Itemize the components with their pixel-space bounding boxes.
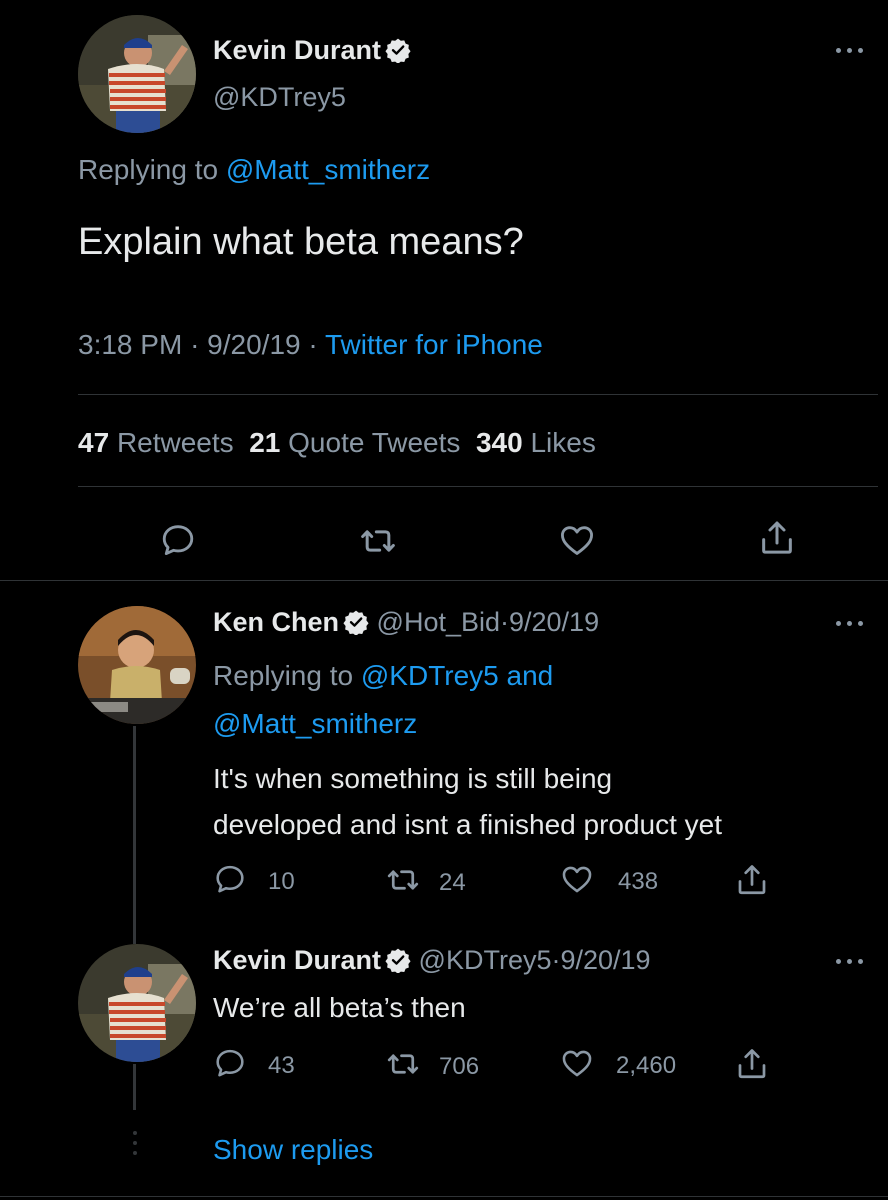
retweet-icon <box>385 1046 421 1082</box>
share-icon <box>757 518 797 558</box>
tweet-text: It's when something is still being devel… <box>213 756 722 848</box>
reply2-header: Kevin Durant @KDTrey5·9/20/19 <box>213 942 651 978</box>
display-name[interactable]: Kevin Durant <box>213 945 381 975</box>
replying-and: and <box>506 660 554 691</box>
like-button[interactable]: 438 <box>560 862 658 896</box>
retweet-count: 24 <box>439 869 466 896</box>
share-button[interactable] <box>757 518 797 558</box>
replying-to-link[interactable]: @Matt_smitherz <box>213 708 417 739</box>
like-count: 2,460 <box>616 1052 677 1079</box>
replying-to-line: Replying to @KDTrey5 and @Matt_smitherz <box>213 652 833 748</box>
like-button[interactable] <box>558 521 596 559</box>
retweet-button[interactable]: 706 <box>385 1046 479 1082</box>
tweet-source[interactable]: Twitter for iPhone <box>325 329 543 360</box>
quotes-label: Quote Tweets <box>288 427 461 458</box>
reply-button[interactable]: 10 <box>213 862 295 896</box>
tweet-text: We’re all beta’s then <box>213 992 466 1023</box>
share-button[interactable] <box>734 1046 770 1082</box>
quotes-stat[interactable]: 21 Quote Tweets <box>249 427 460 458</box>
more-replies-dots <box>133 1131 137 1167</box>
thread-line <box>133 1064 136 1110</box>
replying-to-line: Replying to @Matt_smitherz <box>78 152 430 188</box>
like-count: 438 <box>618 868 659 895</box>
tweet-text: Explain what beta means? <box>78 221 524 263</box>
tweet-text-line: It's when something is still being <box>213 763 613 794</box>
verified-badge-icon <box>343 609 369 635</box>
avatar-ken-chen[interactable] <box>78 606 196 724</box>
tweet-stats: 47 Retweets 21 Quote Tweets 340 Likes <box>78 425 596 461</box>
reply-icon <box>213 862 247 896</box>
reply-count: 10 <box>268 868 295 895</box>
show-replies-link[interactable]: Show replies <box>213 1130 373 1170</box>
quotes-count: 21 <box>249 427 281 458</box>
reply-count: 43 <box>268 1052 295 1079</box>
share-icon <box>734 1046 770 1082</box>
divider <box>78 394 878 395</box>
avatar-kevin-durant[interactable] <box>78 944 196 1062</box>
display-name[interactable]: Ken Chen <box>213 607 339 637</box>
meta-separator: · <box>190 329 200 360</box>
retweet-button[interactable]: 24 <box>385 862 466 898</box>
divider <box>0 580 888 581</box>
handle[interactable]: @KDTrey5 <box>213 80 346 114</box>
retweet-button[interactable] <box>358 521 398 561</box>
thread-line <box>133 726 136 944</box>
tweet-author[interactable]: Kevin Durant <box>213 33 411 67</box>
verified-badge-icon <box>385 947 411 973</box>
share-icon <box>734 862 770 898</box>
reply-button[interactable]: 43 <box>213 1046 295 1080</box>
retweet-icon <box>358 521 398 561</box>
heart-icon <box>560 1046 594 1080</box>
likes-stat[interactable]: 340 Likes <box>476 427 596 458</box>
likes-label: Likes <box>530 427 596 458</box>
meta-separator: · <box>308 329 318 360</box>
reply-icon <box>159 521 197 559</box>
heart-icon <box>560 862 594 896</box>
verified-badge-icon <box>385 37 411 63</box>
tweet-date[interactable]: 9/20/19 <box>207 329 300 360</box>
divider <box>78 486 878 487</box>
reply-date[interactable]: 9/20/19 <box>509 607 599 637</box>
replying-prefix: Replying to <box>78 154 219 185</box>
likes-count: 340 <box>475 427 523 458</box>
display-name[interactable]: Kevin Durant <box>213 35 381 65</box>
avatar-kevin-durant[interactable] <box>78 15 196 133</box>
like-button[interactable]: 2,460 <box>560 1046 676 1080</box>
tweet-meta: 3:18 PM · 9/20/19 · Twitter for iPhone <box>78 327 543 363</box>
meta-separator: · <box>500 607 509 637</box>
reply-date[interactable]: 9/20/19 <box>560 945 650 975</box>
replying-to-link[interactable]: @Matt_smitherz <box>226 154 430 185</box>
replying-to-link[interactable]: @KDTrey5 <box>361 660 499 691</box>
retweets-stat[interactable]: 47 Retweets <box>78 427 234 458</box>
heart-icon <box>558 521 596 559</box>
reply1-header: Ken Chen @Hot_Bid·9/20/19 <box>213 604 599 640</box>
handle[interactable]: @Hot_Bid <box>377 607 500 637</box>
retweets-count: 47 <box>78 427 110 458</box>
divider <box>0 1196 888 1197</box>
handle[interactable]: @KDTrey5 <box>419 945 552 975</box>
more-icon[interactable] <box>836 956 866 966</box>
more-icon[interactable] <box>836 618 866 628</box>
retweets-label: Retweets <box>116 427 234 458</box>
replying-prefix: Replying to <box>213 660 354 691</box>
reply-button[interactable] <box>159 521 197 559</box>
retweet-icon <box>385 862 421 898</box>
tweet-time[interactable]: 3:18 PM <box>78 329 182 360</box>
retweet-count: 706 <box>439 1053 480 1080</box>
reply-icon <box>213 1046 247 1080</box>
share-button[interactable] <box>734 862 770 898</box>
tweet-text-line: developed and isnt a finished product ye… <box>213 809 723 840</box>
more-icon[interactable] <box>836 45 866 55</box>
